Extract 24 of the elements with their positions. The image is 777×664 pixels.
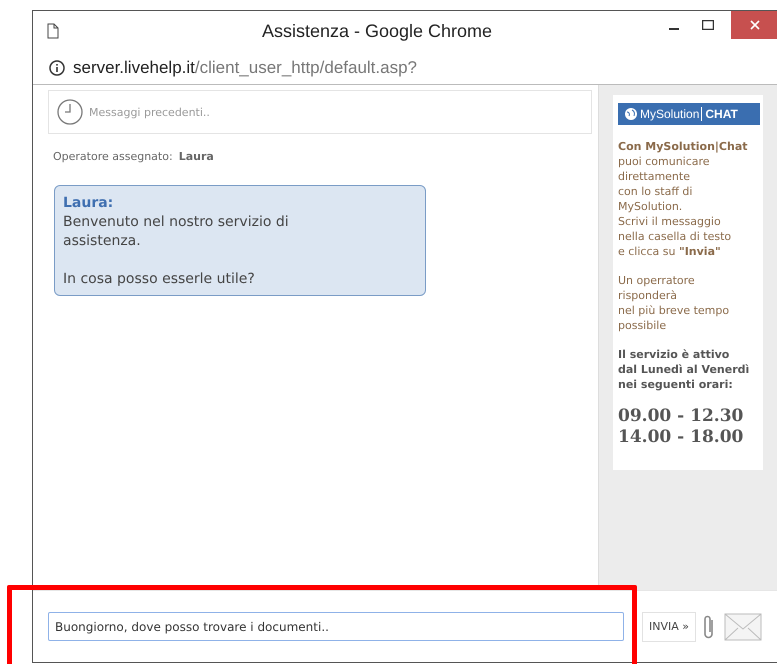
globe-icon xyxy=(624,107,638,121)
window-title: Assistenza - Google Chrome xyxy=(260,20,494,42)
page-icon xyxy=(47,23,59,39)
message-input[interactable]: Buongiorno, dove posso trovare i documenti.. xyxy=(48,612,624,641)
logo-brand: MySolution xyxy=(640,107,700,121)
operator-name: Laura xyxy=(178,150,214,163)
url-text[interactable]: server.livehelp.it/client_user_http/default.asp? xyxy=(73,58,417,78)
opening-hours: 09.00 - 12.30 14.00 - 18.00 xyxy=(618,406,744,448)
message-text: Benvenuto nel nostro servizio di assistenza. xyxy=(63,213,290,251)
info-text: Il servizio è attivo dal Lunedì al Venerdì nei seguenti orari: xyxy=(618,347,750,392)
info-text: Con MySolution|Chat puoi comunicare direttamente con lo staff di MySolution. Scrivi il messaggio nella casella di testo e clicca su "Invia" xyxy=(618,139,749,259)
minimize-icon xyxy=(669,28,679,30)
clock-icon xyxy=(57,99,83,125)
close-button[interactable] xyxy=(731,11,777,39)
logo-product: CHAT xyxy=(701,107,738,121)
message-text: In cosa posso esserle utile? xyxy=(63,270,256,289)
send-button[interactable]: INVIA » xyxy=(642,612,696,642)
message-author: Laura: xyxy=(63,194,114,213)
info-text: Un operratore risponderà nel più breve tempo possibile xyxy=(618,273,730,333)
operator-label: Operatore assegnato: xyxy=(53,150,173,163)
paperclip-icon[interactable] xyxy=(702,614,716,640)
maximize-icon xyxy=(702,20,714,30)
close-icon xyxy=(750,20,760,30)
info-icon[interactable] xyxy=(49,60,65,76)
